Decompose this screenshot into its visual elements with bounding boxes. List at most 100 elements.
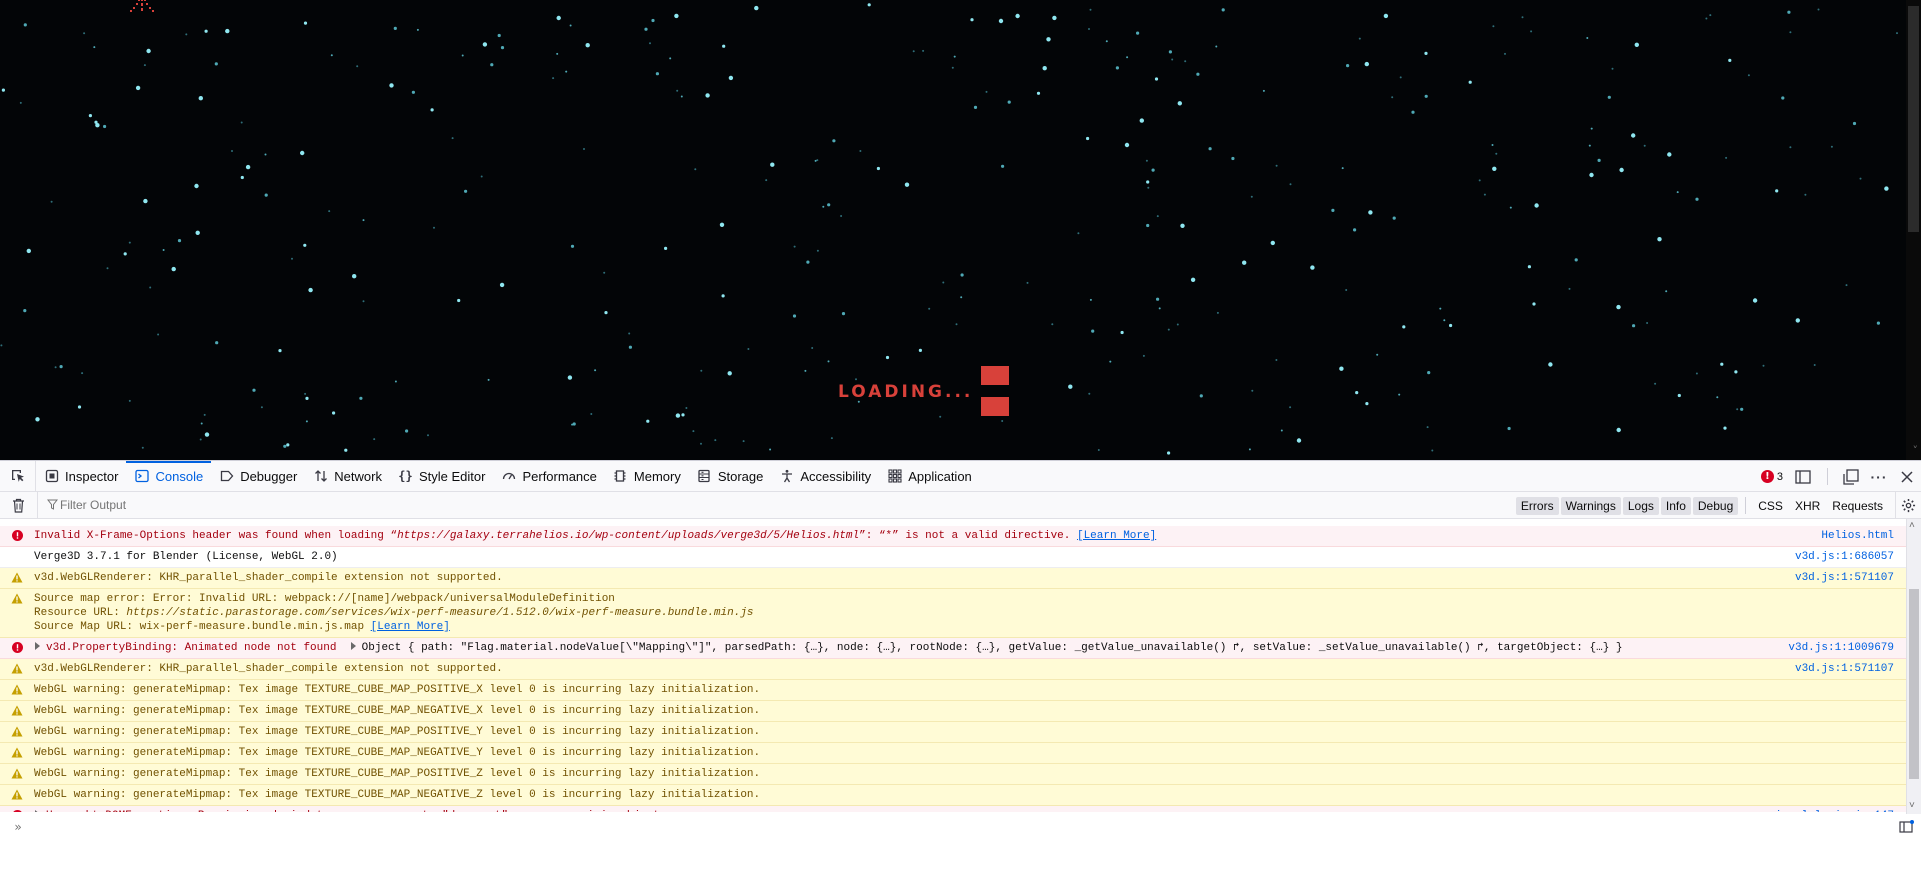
- tab-debugger[interactable]: Debugger: [211, 461, 305, 491]
- message-url: https://static.parastorage.com/services/…: [126, 607, 754, 619]
- message-text: v3d.PropertyBinding: Animated node not f…: [46, 642, 337, 654]
- message-body: v3d.PropertyBinding: Animated node not f…: [34, 641, 1788, 655]
- message-text: WebGL warning: generateMipmap: Tex image…: [34, 726, 761, 738]
- loading-label: LOADING...: [838, 382, 974, 402]
- log-icon: [0, 550, 34, 551]
- source-location-link[interactable]: v3d.js:1:686057: [1795, 550, 1906, 564]
- split-console-icon: [1795, 469, 1811, 484]
- console-prompt-icon: »: [14, 820, 22, 834]
- error-icon: !: [1760, 470, 1774, 483]
- devtools-panel: Inspector Console Debugger Network {} Style E…: [0, 460, 1921, 869]
- split-console-button[interactable]: [1789, 461, 1817, 492]
- message-text: WebGL warning: generateMipmap: Tex image…: [34, 705, 761, 717]
- source-location-link[interactable]: v3d.js:1:571107: [1795, 662, 1906, 676]
- console-input-row: »: [0, 816, 1921, 838]
- tab-network[interactable]: Network: [305, 461, 390, 491]
- filter-warnings-button[interactable]: Warnings: [1560, 496, 1621, 515]
- memory-icon: [613, 469, 628, 484]
- tab-console[interactable]: Console: [126, 461, 211, 491]
- warning-icon: [0, 788, 34, 800]
- dock-options-button[interactable]: [1837, 461, 1865, 492]
- filter-buttons: Errors Warnings Logs Info Debug CSS XHR Reques…: [1515, 492, 1921, 519]
- console-message-warn[interactable]: WebGL warning: generateMipmap: Tex image…: [0, 680, 1906, 701]
- learn-more-link[interactable]: [Learn More]: [371, 621, 450, 633]
- spaceship-icon: [130, 0, 154, 12]
- message-body: Invalid X-Frame-Options header was found…: [34, 529, 1821, 543]
- source-location-link[interactable]: v3d.js:1:571107: [1795, 571, 1906, 585]
- message-line: Resource URL: https://static.parastorage…: [34, 606, 1906, 620]
- tab-storage[interactable]: Storage: [689, 461, 772, 491]
- console-message-warn[interactable]: WebGL warning: generateMipmap: Tex image…: [0, 743, 1906, 764]
- message-body: WebGL warning: generateMipmap: Tex image…: [34, 683, 1906, 697]
- console-input[interactable]: [36, 820, 1891, 834]
- page-scrollbar-thumb[interactable]: [1908, 6, 1919, 232]
- filter-divider: [1745, 497, 1747, 514]
- console-message-warn[interactable]: v3d.WebGLRenderer: KHR_parallel_shader_c…: [0, 568, 1906, 589]
- console-icon: [134, 469, 149, 484]
- tab-style-editor[interactable]: {} Style Editor: [390, 461, 493, 491]
- console-scrollbar[interactable]: ˄ ˅: [1906, 519, 1921, 814]
- devtools-tab-list: Inspector Console Debugger Network {} Style E…: [36, 461, 980, 491]
- console-message-warn[interactable]: Source map error: Error: Invalid URL: we…: [0, 589, 1906, 638]
- console-message-log[interactable]: Verge3D 3.7.1 for Blender (License, WebG…: [0, 547, 1906, 568]
- console-settings-button[interactable]: [1895, 492, 1921, 519]
- message-body: v3d.WebGLRenderer: KHR_parallel_shader_c…: [34, 571, 1795, 585]
- network-icon: [313, 469, 328, 484]
- learn-more-link[interactable]: [Learn More]: [1077, 530, 1156, 542]
- filter-output-input[interactable]: [46, 495, 446, 515]
- console-message-error[interactable]: Invalid X-Frame-Options header was found…: [0, 526, 1906, 547]
- warning-icon: [0, 662, 34, 674]
- editor-mode-button[interactable]: [1891, 820, 1921, 834]
- scroll-down-icon[interactable]: ˅: [1909, 800, 1915, 811]
- element-picker-button[interactable]: [0, 461, 36, 491]
- clear-console-button[interactable]: [0, 491, 38, 519]
- source-location-link[interactable]: Helios.html: [1821, 529, 1906, 543]
- tab-inspector[interactable]: Inspector: [36, 461, 126, 491]
- close-devtools-button[interactable]: [1893, 461, 1921, 492]
- tab-label: Console: [155, 468, 204, 484]
- filter-info-button[interactable]: Info: [1660, 496, 1691, 515]
- message-url: https://galaxy.terrahelios.io/wp-content…: [397, 530, 860, 542]
- expand-arrow-icon[interactable]: [35, 642, 40, 650]
- inspector-icon: [44, 469, 59, 484]
- error-icon: [0, 809, 34, 812]
- page-scrollbar[interactable]: ˅: [1906, 0, 1921, 460]
- filter-css-button[interactable]: CSS: [1753, 497, 1788, 515]
- console-message-warn[interactable]: WebGL warning: generateMipmap: Tex image…: [0, 785, 1906, 806]
- console-message-warn[interactable]: WebGL warning: generateMipmap: Tex image…: [0, 722, 1906, 743]
- ellipsis-icon: ···: [1870, 468, 1888, 485]
- console-message-warn[interactable]: WebGL warning: generateMipmap: Tex image…: [0, 764, 1906, 785]
- request-filter-group: CSS XHR Requests: [1752, 497, 1889, 515]
- filter-xhr-button[interactable]: XHR: [1790, 497, 1825, 515]
- message-text: Resource URL:: [34, 607, 127, 619]
- tab-performance[interactable]: Performance: [493, 461, 604, 491]
- console-message-warn[interactable]: v3d.WebGLRenderer: KHR_parallel_shader_c…: [0, 659, 1906, 680]
- filter-errors-button[interactable]: Errors: [1515, 496, 1559, 515]
- scroll-up-icon[interactable]: ˄: [1909, 520, 1915, 531]
- console-message-error[interactable]: v3d.PropertyBinding: Animated node not f…: [0, 638, 1906, 659]
- tab-application[interactable]: Application: [879, 461, 980, 491]
- tab-memory[interactable]: Memory: [605, 461, 689, 491]
- filter-logs-button[interactable]: Logs: [1622, 496, 1659, 515]
- tab-accessibility[interactable]: Accessibility: [771, 461, 879, 491]
- console-message-warn[interactable]: WebGL warning: generateMipmap: Tex image…: [0, 701, 1906, 722]
- console-scrollbar-thumb[interactable]: [1909, 589, 1919, 779]
- object-preview[interactable]: Object { path: "Flag.material.nodeValue[…: [362, 642, 1623, 654]
- loading-block-bottom: [981, 397, 1009, 416]
- warning-icon: [0, 725, 34, 737]
- error-count-badge[interactable]: ! 3: [1755, 470, 1789, 483]
- filter-debug-button[interactable]: Debug: [1692, 496, 1739, 515]
- expand-arrow-icon[interactable]: [350, 642, 356, 650]
- expand-arrow-icon[interactable]: [35, 810, 40, 812]
- message-body: WebGL warning: generateMipmap: Tex image…: [34, 788, 1906, 802]
- more-options-button[interactable]: ···: [1865, 461, 1893, 492]
- source-location-link[interactable]: v3d.js:1:1009679: [1788, 641, 1906, 655]
- scroll-down-icon[interactable]: ˅: [1913, 445, 1919, 457]
- toolbox-controls: ! 3 ···: [1755, 461, 1921, 492]
- application-icon: [887, 469, 902, 484]
- message-line: Source Map URL: wix-perf-measure.bundle.…: [34, 620, 1906, 634]
- filter-icon: [47, 499, 58, 510]
- filter-requests-button[interactable]: Requests: [1827, 497, 1888, 515]
- source-location-link[interactable]: visual_logic.js:147: [1769, 809, 1906, 812]
- console-message-error[interactable]: Uncaught DOMException: Permission denied…: [0, 806, 1906, 812]
